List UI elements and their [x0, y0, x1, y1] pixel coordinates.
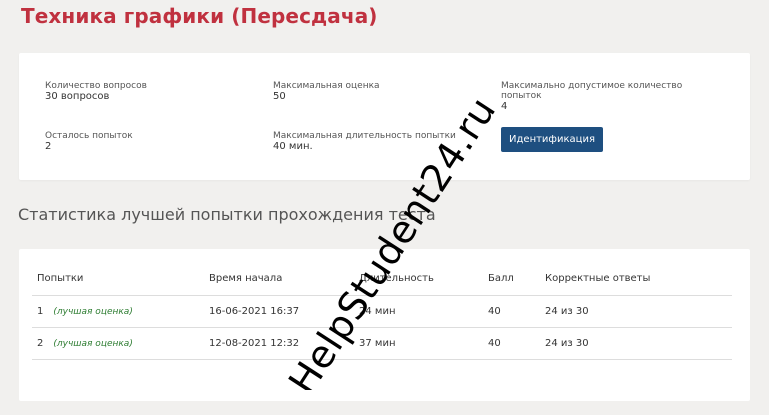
attempts-table: Попытки Время начала Длительность Балл К… [32, 262, 732, 360]
max-score: Максимальная оценка 50 [273, 81, 380, 102]
attempts-table-card: Попытки Время начала Длительность Балл К… [19, 249, 750, 401]
col-start-time: Время начала [204, 262, 354, 296]
score-cell: 40 [483, 327, 540, 360]
max-duration: Максимальная длительность попытки 40 мин… [273, 131, 456, 152]
questions-count-value: 30 вопросов [45, 91, 110, 102]
identification-button[interactable]: Идентификация [501, 127, 603, 152]
max-score-value: 50 [273, 91, 286, 102]
col-duration: Длительность [354, 262, 483, 296]
max-score-label: Максимальная оценка [273, 81, 380, 91]
questions-count: Количество вопросов 30 вопросов [45, 81, 147, 102]
col-attempts: Попытки [32, 262, 204, 296]
start-time-cell: 16-06-2021 16:37 [204, 295, 354, 328]
test-info-card: Количество вопросов 30 вопросов Максимал… [19, 53, 750, 180]
duration-cell: 37 мин [354, 327, 483, 360]
correct-cell: 24 из 30 [540, 327, 732, 360]
attempt-number: 2 [37, 337, 44, 349]
table-row: 2 (лучшая оценка) 12-08-2021 12:32 37 мин… [32, 327, 732, 360]
table-row: 1 (лучшая оценка) 16-06-2021 16:37 24 мин… [32, 295, 732, 328]
duration-cell: 24 мин [354, 295, 483, 328]
start-time-cell: 12-08-2021 12:32 [204, 327, 354, 360]
attempts-left-value: 2 [45, 141, 52, 152]
page-title: Техника графики (Пересдача) [21, 4, 378, 28]
max-duration-label: Максимальная длительность попытки [273, 131, 456, 141]
max-attempts-value: 4 [501, 101, 508, 112]
questions-count-label: Количество вопросов [45, 81, 147, 91]
correct-cell: 24 из 30 [540, 295, 732, 328]
max-attempts-label: Максимально допустимое количество попыто… [501, 81, 683, 101]
col-correct: Корректные ответы [540, 262, 732, 296]
table-header-row: Попытки Время начала Длительность Балл К… [32, 262, 732, 296]
best-score-tag: (лучшая оценка) [53, 306, 133, 317]
attempt-cell: 2 (лучшая оценка) [32, 327, 204, 360]
attempts-left-label: Осталось попыток [45, 131, 133, 141]
max-attempts: Максимально допустимое количество попыто… [501, 81, 711, 112]
attempt-number: 1 [37, 305, 44, 317]
stats-heading: Статистика лучшей попытки прохождения те… [18, 205, 436, 224]
col-score: Балл [483, 262, 540, 296]
attempt-cell: 1 (лучшая оценка) [32, 295, 204, 328]
attempts-left: Осталось попыток 2 [45, 131, 133, 152]
max-duration-value: 40 мин. [273, 141, 313, 152]
score-cell: 40 [483, 295, 540, 328]
best-score-tag: (лучшая оценка) [53, 338, 133, 349]
